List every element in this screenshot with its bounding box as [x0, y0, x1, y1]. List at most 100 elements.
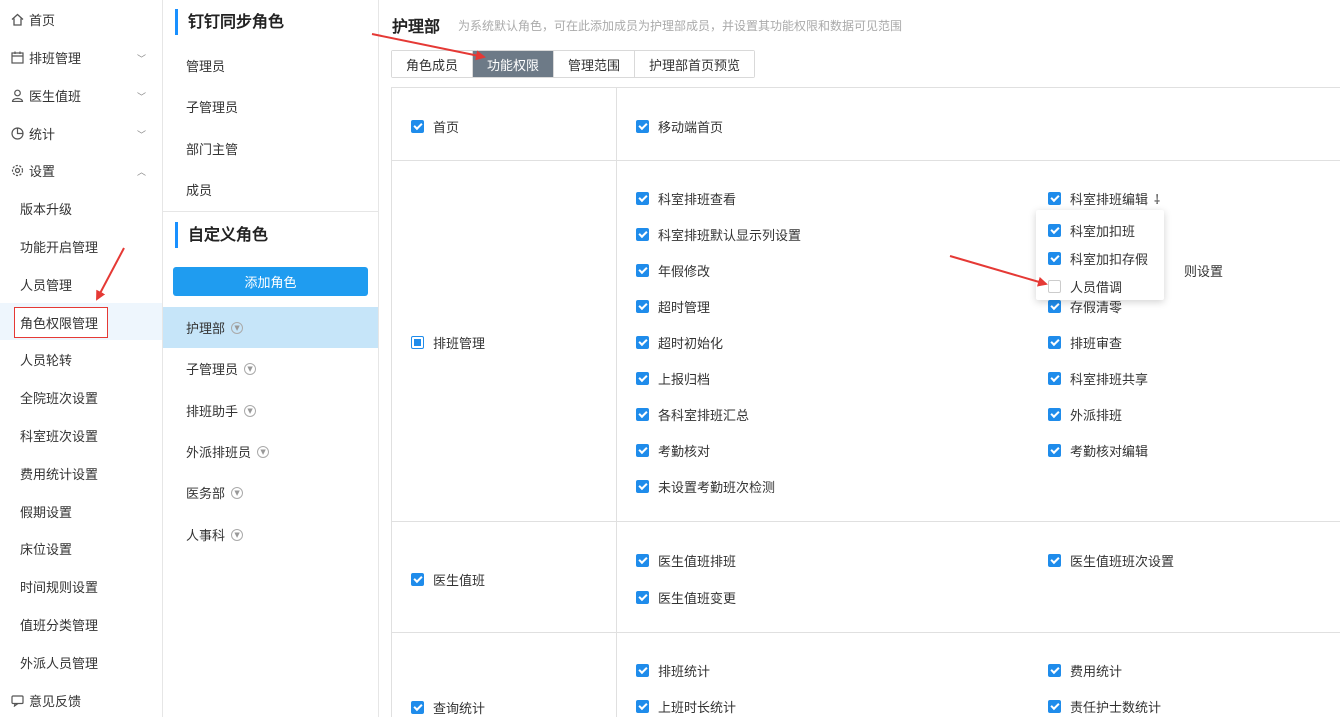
checkbox-checked[interactable]	[636, 480, 649, 493]
role-item[interactable]: 子管理员 ▼	[163, 348, 378, 389]
perm-checkbox[interactable]: 考勤核对	[636, 441, 710, 460]
tab-function-permissions[interactable]: 功能权限	[473, 51, 555, 77]
perm-checkbox[interactable]: 年假修改	[636, 261, 710, 280]
checkbox-checked[interactable]	[1048, 336, 1061, 349]
checkbox-checked[interactable]	[411, 120, 424, 133]
checkbox-checked[interactable]	[1048, 372, 1061, 385]
perm-checkbox[interactable]: 科室加扣存假	[1048, 249, 1148, 268]
perm-checkbox[interactable]: 上报归档	[636, 369, 710, 388]
nav-sub-feature-toggle[interactable]: 功能开启管理	[0, 227, 162, 265]
checkbox-checked[interactable]	[636, 554, 649, 567]
checkbox-checked[interactable]	[1048, 252, 1061, 265]
nav-item-doctor[interactable]: 医生值班 ﹀	[0, 76, 162, 114]
perm-checkbox-staff-loan[interactable]: 人员借调	[1048, 277, 1122, 296]
checkbox-partial[interactable]	[411, 336, 424, 349]
nav-sub-holidays[interactable]: 假期设置	[0, 492, 162, 530]
nav-sub-version-upgrade[interactable]: 版本升级	[0, 189, 162, 227]
perm-checkbox[interactable]: 超时初始化	[636, 333, 723, 352]
checkbox-checked[interactable]	[636, 591, 649, 604]
chevron-down-icon[interactable]: ▼	[231, 528, 244, 541]
nav-sub-outsourced-staff[interactable]: 外派人员管理	[0, 643, 162, 681]
nav-item-schedule[interactable]: 排班管理 ﹀	[0, 38, 162, 76]
checkbox-checked[interactable]	[1048, 192, 1061, 205]
perm-checkbox[interactable]: 未设置考勤班次检测	[636, 477, 775, 496]
perm-checkbox[interactable]: 排班统计	[636, 661, 710, 680]
perm-checkbox[interactable]: 科室加扣班	[1048, 221, 1135, 240]
perm-checkbox[interactable]: 外派排班	[1048, 405, 1122, 424]
chevron-down-icon[interactable]: ▼	[244, 404, 257, 417]
checkbox-checked[interactable]	[1048, 300, 1061, 313]
perm-checkbox[interactable]: 科室排班默认显示列设置	[636, 225, 801, 244]
add-role-button[interactable]: 添加角色	[173, 267, 368, 296]
nav-sub-duty-categories[interactable]: 值班分类管理	[0, 605, 162, 643]
perm-group-checkbox[interactable]: 查询统计	[411, 698, 485, 717]
nav-item-settings[interactable]: 设置 ︿	[0, 151, 162, 189]
role-item[interactable]: 子管理员	[163, 86, 378, 127]
perm-checkbox[interactable]: 科室排班查看	[636, 189, 736, 208]
tab-members[interactable]: 角色成员	[392, 51, 474, 77]
chevron-down-icon[interactable]: ▼	[231, 321, 244, 334]
perm-checkbox[interactable]: 费用统计	[1048, 661, 1122, 680]
chevron-down-icon[interactable]: ▼	[257, 445, 270, 458]
role-item[interactable]: 管理员	[163, 45, 378, 86]
role-item[interactable]: 部门主管	[163, 128, 378, 169]
perm-checkbox[interactable]: 移动端首页	[636, 117, 723, 136]
checkbox-checked[interactable]	[636, 336, 649, 349]
nav-sub-staff[interactable]: 人员管理	[0, 265, 162, 303]
nav-sub-hospital-shifts[interactable]: 全院班次设置	[0, 378, 162, 416]
perm-checkbox[interactable]: 科室排班共享	[1048, 369, 1148, 388]
perm-checkbox[interactable]: 医生值班排班	[636, 551, 736, 570]
checkbox-checked[interactable]	[636, 228, 649, 241]
checkbox-checked[interactable]	[636, 300, 649, 313]
perm-checkbox[interactable]: 科室排班编辑	[1048, 189, 1148, 208]
checkbox-checked[interactable]	[1048, 444, 1061, 457]
perm-checkbox[interactable]: 各科室排班汇总	[636, 405, 749, 424]
checkbox-checked[interactable]	[636, 264, 649, 277]
nav-sub-cost-stats[interactable]: 费用统计设置	[0, 454, 162, 492]
perm-checkbox[interactable]: 医生值班变更	[636, 588, 736, 607]
nav-item-home[interactable]: 首页	[0, 0, 162, 38]
nav-sub-role-permissions[interactable]: 角色权限管理	[0, 303, 162, 341]
checkbox-checked[interactable]	[1048, 554, 1061, 567]
perm-group-checkbox[interactable]: 医生值班	[411, 570, 485, 589]
nav-item-stats[interactable]: 统计 ﹀	[0, 114, 162, 152]
checkbox-checked[interactable]	[636, 408, 649, 421]
nav-sub-time-rules[interactable]: 时间规则设置	[0, 567, 162, 605]
perm-checkbox[interactable]: 医生值班班次设置	[1048, 551, 1174, 570]
checkbox-checked[interactable]	[636, 664, 649, 677]
role-item-nursing[interactable]: 护理部 ▼	[163, 307, 378, 348]
perm-checkbox[interactable]: 考勤核对编辑	[1048, 441, 1148, 460]
tab-homepage-preview[interactable]: 护理部首页预览	[635, 51, 755, 77]
role-item[interactable]: 排班助手 ▼	[163, 390, 378, 431]
checkbox-checked[interactable]	[636, 192, 649, 205]
role-item[interactable]: 人事科 ▼	[163, 514, 378, 555]
perm-group-checkbox[interactable]: 首页	[411, 117, 459, 136]
chevron-down-icon[interactable]: ▼	[231, 486, 244, 499]
perm-checkbox[interactable]: 排班审查	[1048, 333, 1122, 352]
perm-checkbox[interactable]: 上班时长统计	[636, 697, 736, 716]
checkbox-checked[interactable]	[1048, 408, 1061, 421]
nav-sub-beds[interactable]: 床位设置	[0, 529, 162, 567]
role-item[interactable]: 成员	[163, 169, 378, 210]
role-label: 医务部	[186, 487, 226, 502]
checkbox-checked[interactable]	[411, 701, 424, 714]
role-item[interactable]: 外派排班员 ▼	[163, 431, 378, 472]
checkbox-checked[interactable]	[636, 444, 649, 457]
nav-item-feedback[interactable]: 意见反馈	[0, 681, 162, 717]
checkbox-checked[interactable]	[1048, 224, 1061, 237]
checkbox-checked[interactable]	[1048, 700, 1061, 713]
nav-sub-dept-shifts[interactable]: 科室班次设置	[0, 416, 162, 454]
perm-checkbox[interactable]: 责任护士数统计	[1048, 697, 1161, 716]
nav-sub-rotation[interactable]: 人员轮转	[0, 340, 162, 378]
tab-management-scope[interactable]: 管理范围	[554, 51, 636, 77]
checkbox-checked[interactable]	[411, 573, 424, 586]
checkbox-checked[interactable]	[1048, 664, 1061, 677]
checkbox-checked[interactable]	[636, 700, 649, 713]
checkbox-checked[interactable]	[636, 372, 649, 385]
perm-group-checkbox[interactable]: 排班管理	[411, 333, 485, 352]
chevron-down-icon[interactable]: ▼	[244, 362, 257, 375]
perm-checkbox[interactable]: 超时管理	[636, 297, 710, 316]
checkbox-unchecked[interactable]	[1048, 280, 1061, 293]
checkbox-checked[interactable]	[636, 120, 649, 133]
role-item[interactable]: 医务部 ▼	[163, 472, 378, 513]
